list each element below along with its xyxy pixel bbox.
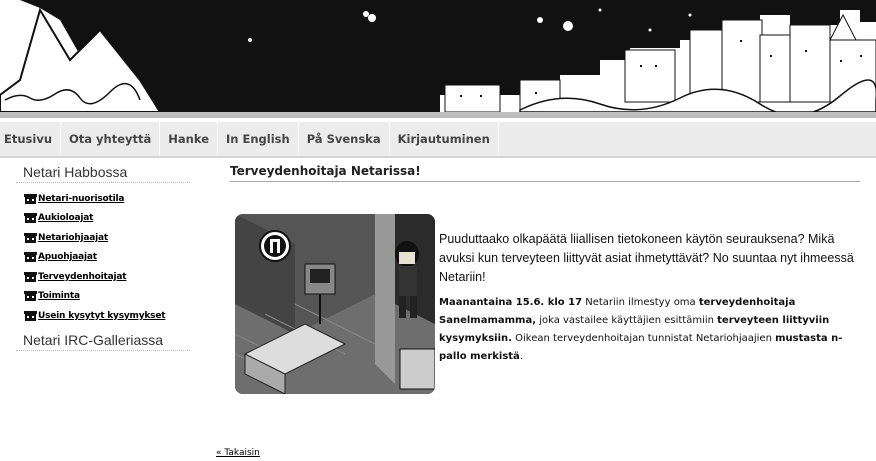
nav-item-in-english[interactable]: In English (218, 122, 299, 156)
sidebar-item-aukioloajat: Aukioloajat (24, 209, 190, 229)
detail-end: . (519, 351, 523, 362)
sidebar-item-netari-nuorisotila: Netari-nuorisotila (24, 189, 190, 209)
sidebar-link-netariohjaajat[interactable]: Netariohjaajat (38, 233, 108, 243)
hotel-icon (24, 291, 37, 302)
header-banner (0, 0, 876, 118)
nav-item-pa-svenska[interactable]: På Svenska (299, 122, 390, 156)
hotel-icon (24, 232, 37, 243)
nav-item-kirjautuminen[interactable]: Kirjautuminen (390, 122, 499, 156)
hotel-icon (24, 213, 37, 224)
intro-text: Puuduttaako olkapäätä liiallisen tietoko… (439, 232, 854, 284)
nav-item-hanke[interactable]: Hanke (160, 122, 219, 156)
nav-item-ota-yhteytta[interactable]: Ota yhteyttä (61, 122, 161, 156)
sidebar-link-terveydenhoitajat[interactable]: Terveydenhoitajat (38, 272, 127, 282)
detail-fragment-3: Oikean terveydenhoitajan tunnistat Netar… (511, 333, 776, 344)
hotel-icon (24, 252, 37, 263)
sidebar-link-list: Netari-nuorisotila Aukioloajat Netariohj… (16, 183, 190, 330)
sidebar: Netari Habbossa Netari-nuorisotila Aukio… (16, 164, 190, 351)
back-link[interactable]: « Takaisin (216, 448, 260, 458)
sidebar-item-apuohjaajat: Apuohjaajat (24, 248, 190, 268)
page-title: Terveydenhoitaja Netarissa! (230, 164, 860, 182)
nurse-room-illustration (235, 214, 435, 394)
sidebar-item-netariohjaajat: Netariohjaajat (24, 228, 190, 248)
sidebar-link-toiminta[interactable]: Toiminta (38, 291, 80, 301)
sidebar-link-usein-kysytyt[interactable]: Usein kysytyt kysymykset (38, 311, 166, 321)
sidebar-item-toiminta: Toiminta (24, 287, 190, 307)
sidebar-link-apuohjaajat[interactable]: Apuohjaajat (38, 252, 97, 262)
sidebar-heading-irc: Netari IRC-Galleriassa (16, 332, 190, 351)
sidebar-heading-habbo: Netari Habbossa (16, 164, 190, 183)
sidebar-item-terveydenhoitajat: Terveydenhoitajat (24, 267, 190, 287)
detail-fragment-2: joka vastailee käyttäjien esittämiin (536, 315, 718, 326)
detail-fragment-1: Netariin ilmestyy oma (582, 297, 699, 308)
sidebar-item-usein-kysytyt: Usein kysytyt kysymykset (24, 306, 190, 326)
banner-divider (0, 112, 876, 118)
night-city-illustration (0, 0, 876, 118)
nav-item-etusivu[interactable]: Etusivu (0, 122, 62, 156)
hotel-icon (24, 310, 37, 321)
hotel-icon (24, 193, 37, 204)
hotel-icon (24, 271, 37, 282)
main-content: Terveydenhoitaja Netarissa! Puuduttaako … (230, 164, 860, 394)
habbo-room-image (235, 214, 435, 394)
date-time: Maanantaina 15.6. klo 17 (439, 297, 583, 308)
sidebar-link-aukioloajat[interactable]: Aukioloajat (38, 213, 93, 223)
sidebar-link-netari-nuorisotila[interactable]: Netari-nuorisotila (38, 194, 124, 204)
main-navigation: Etusivu Ota yhteyttä Hanke In English På… (0, 122, 876, 158)
detail-text: Maanantaina 15.6. klo 17 Netariin ilmest… (439, 294, 864, 366)
